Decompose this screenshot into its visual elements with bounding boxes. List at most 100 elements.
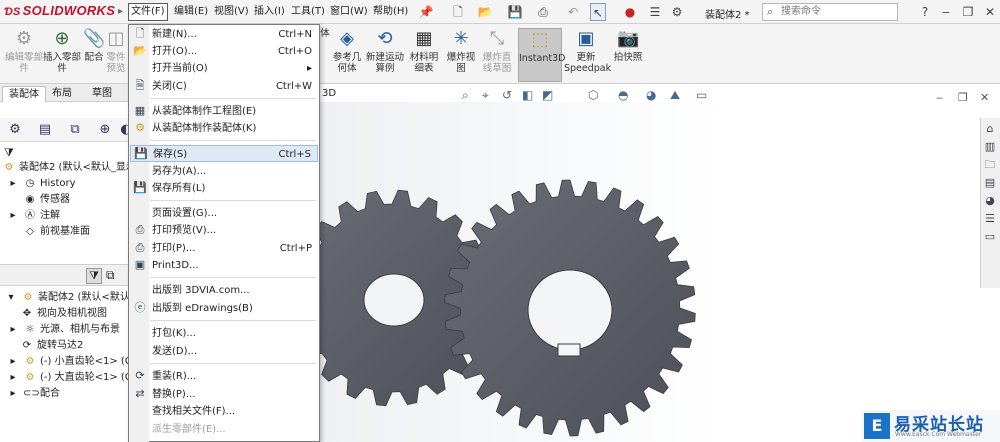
- menu-item-save-as[interactable]: 另存为(A)...: [130, 163, 318, 180]
- undo-icon[interactable]: ↶: [564, 3, 582, 21]
- menu-item-open[interactable]: 📂 打开(O)... Ctrl+O: [130, 43, 318, 60]
- menu-tools[interactable]: 工具(T): [289, 3, 327, 21]
- section-view-icon[interactable]: ◧: [522, 88, 533, 102]
- design-library-icon[interactable]: ▥: [983, 140, 997, 154]
- menu-item-find-references[interactable]: 查找相关文件(F)...: [130, 403, 318, 420]
- tab-layout[interactable]: 布局: [46, 86, 78, 102]
- feature-tree-icon[interactable]: ⚙: [4, 121, 26, 139]
- display-style-icon[interactable]: ◓: [618, 88, 628, 102]
- print-quick-icon[interactable]: ⎙: [534, 3, 552, 21]
- property-icon[interactable]: ▤: [34, 121, 56, 139]
- ref-geometry-button[interactable]: ◈ 参考几何体: [330, 28, 364, 82]
- speedpak-button[interactable]: ▣ 更新Speedpak: [564, 28, 611, 82]
- zoom-area-icon[interactable]: ⌖: [482, 88, 489, 103]
- forum-icon[interactable]: ▭: [983, 230, 997, 244]
- menu-item-save-all[interactable]: 💾 保存所有(L): [130, 180, 318, 197]
- appearances-icon[interactable]: ◕: [983, 194, 997, 208]
- custom-properties-icon[interactable]: ☰: [983, 212, 997, 226]
- config-icon[interactable]: ⧉: [64, 121, 86, 139]
- snapshot-button[interactable]: 📷 拍快照: [610, 28, 646, 82]
- tab-sketch[interactable]: 草图: [86, 86, 118, 102]
- monitor-icon[interactable]: ▭: [696, 88, 707, 102]
- solidworks-logo[interactable]: ƊS SOLIDWORKS: [4, 3, 115, 18]
- motion-study-button[interactable]: ⟲ 新建运动算例: [366, 28, 404, 82]
- maximize-icon[interactable]: ❐: [962, 3, 974, 21]
- zoom-fit-icon[interactable]: ⌕: [462, 88, 469, 103]
- rebuild-light-icon[interactable]: ●: [624, 3, 636, 21]
- menu-arrow-icon[interactable]: ▸: [118, 6, 123, 17]
- menu-item-replace[interactable]: ⇄ 替换(P)...: [130, 386, 318, 403]
- menu-edit[interactable]: 编辑(E): [172, 3, 210, 21]
- menu-item-page-setup[interactable]: 页面设置(G)...: [130, 205, 318, 222]
- speedpak-icon: ▣: [577, 28, 595, 49]
- menu-item-print3d[interactable]: ▣ Print3D...: [130, 257, 318, 274]
- preview-button[interactable]: ◫ 零件预览: [102, 28, 130, 82]
- filter-icon[interactable]: ⧩: [4, 146, 14, 160]
- tree-item-motor[interactable]: ⟳ 旋转马达2: [20, 338, 84, 354]
- small-gear-bore: [363, 273, 425, 327]
- gear-icon[interactable]: ⚙: [670, 3, 684, 21]
- search-input[interactable]: ⌕ 搜索命令: [762, 3, 898, 21]
- tree-item-views[interactable]: ✥ 视向及相机视图: [20, 306, 107, 322]
- tree-item-mates[interactable]: ▸ ⊂⊃配合: [6, 386, 60, 402]
- filter-toggle-icon[interactable]: ⧩: [86, 268, 102, 284]
- explode-view-button[interactable]: ✳ 爆炸视图: [444, 28, 478, 82]
- menu-file[interactable]: 文件(F): [128, 3, 168, 21]
- menu-window[interactable]: 窗口(W): [328, 3, 370, 21]
- menu-item-close[interactable]: 🗎 关闭(C) Ctrl+W: [130, 78, 318, 95]
- bom-button[interactable]: ▦ 材料明细表: [406, 28, 442, 82]
- help-icon[interactable]: ?: [918, 3, 932, 21]
- menu-item-print[interactable]: ⎙ 打印(P)... Ctrl+P: [130, 240, 318, 257]
- previous-view-icon[interactable]: ↺: [502, 88, 512, 102]
- open-icon[interactable]: 📂: [476, 3, 494, 21]
- gear-model[interactable]: [320, 102, 980, 442]
- save-quick-icon[interactable]: 💾: [506, 3, 524, 21]
- watermark-logo-icon: E: [864, 413, 890, 439]
- menu-item-pack[interactable]: 打包(K)...: [130, 325, 318, 342]
- menu-item-new[interactable]: 🗋 新建(N)... Ctrl+N: [130, 26, 318, 43]
- menu-item-reload[interactable]: ⟳ 重装(R)...: [130, 368, 318, 385]
- dimxpert-icon[interactable]: ⊕: [94, 121, 116, 139]
- tree-item-sensors[interactable]: ◉ 传感器: [6, 192, 70, 208]
- appearance-icon[interactable]: ◕: [646, 88, 656, 102]
- menu-item-3dvia[interactable]: 出版到 3DVIA.com...: [130, 282, 318, 299]
- view-orientation-icon[interactable]: ⬡: [588, 88, 598, 102]
- menu-item-save[interactable]: 💾 保存(S) Ctrl+S: [130, 145, 318, 162]
- tree-item-front-plane[interactable]: ◇ 前视基准面: [6, 224, 90, 240]
- menu-insert[interactable]: 插入(I): [252, 3, 287, 21]
- tree-item-history[interactable]: ▸ ◷ History: [6, 176, 75, 192]
- select-arrow-icon[interactable]: ↖: [590, 3, 606, 21]
- dynamic-annotation-icon[interactable]: ◩: [542, 88, 553, 102]
- menu-item-derive-part[interactable]: 派生零部件(E)...: [130, 421, 318, 438]
- tree-item-small-gear[interactable]: ▸ ⚙ (-) 小直齿轮<1> (G: [6, 354, 132, 370]
- tree-root-bottom[interactable]: ▾ ⚙ 装配体2 (默认<默认_显: [4, 290, 144, 306]
- tree-item-large-gear[interactable]: ▸ ⚙ (-) 大直齿轮<1> (G: [6, 370, 132, 386]
- menu-help[interactable]: 帮助(H): [371, 3, 410, 21]
- menu-item-edrawings[interactable]: ⓔ 出版到 eDrawings(B): [130, 300, 318, 317]
- menu-view[interactable]: 视图(V): [212, 3, 251, 21]
- tree-item-annotations[interactable]: ▸ Ⓐ 注解: [6, 208, 60, 224]
- view-palette-icon[interactable]: ▤: [983, 176, 997, 190]
- home-icon[interactable]: ⌂: [983, 122, 997, 136]
- options-icon[interactable]: ☰: [648, 3, 662, 21]
- menu-item-open-current[interactable]: 打开当前(O) ▸: [130, 60, 318, 77]
- scene-icon[interactable]: ⛰: [670, 88, 680, 103]
- close-icon[interactable]: ✕: [984, 3, 996, 21]
- tree-item-lights[interactable]: ▸ ☼ 光源、相机与布景: [6, 322, 120, 338]
- tree-root-top[interactable]: ⚙ 装配体2 (默认<默认_显示状: [2, 160, 146, 176]
- menu-item-make-assembly[interactable]: ⚙ 从装配体制作装配体(K): [130, 120, 318, 137]
- menu-item-print-preview[interactable]: ⎙ 打印预览(V)...: [130, 222, 318, 239]
- viewport-close-icon[interactable]: ✕: [980, 91, 989, 104]
- menu-item-make-drawing[interactable]: ▦ 从装配体制作工程图(E): [130, 103, 318, 120]
- explode-line-button[interactable]: ⤡ 爆炸直线草图: [480, 28, 514, 82]
- new-doc-icon[interactable]: 🗋: [450, 3, 466, 21]
- display-pane-icon[interactable]: ⧉: [106, 268, 115, 283]
- menu-item-send[interactable]: 发送(D)...: [130, 343, 318, 360]
- watermark-subtitle: Www.Easck.Com Webmaster: [895, 431, 982, 438]
- instant3d-button[interactable]: ⬚ Instant3D: [518, 28, 565, 82]
- tab-assembly[interactable]: 装配体: [2, 86, 46, 102]
- file-explorer-icon[interactable]: 🗀: [983, 158, 997, 172]
- minimize-icon[interactable]: ‒: [940, 3, 952, 21]
- make-assembly-icon: ⚙: [135, 121, 145, 134]
- pin-icon[interactable]: 📌: [418, 3, 434, 21]
